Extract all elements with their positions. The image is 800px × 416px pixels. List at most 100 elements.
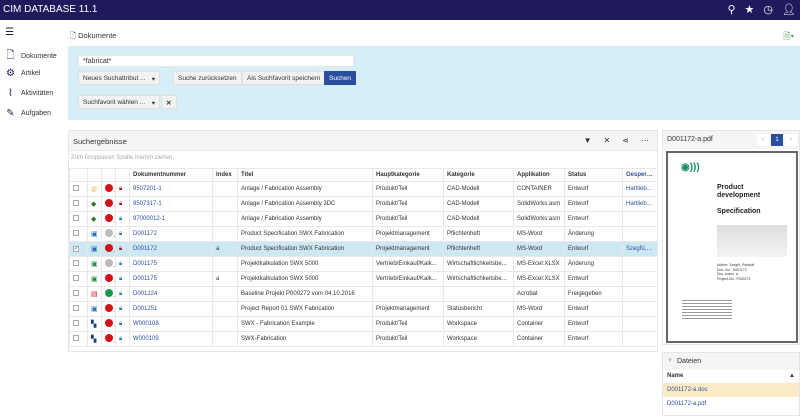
doc-title: Project Report 01 SWX Fabrication — [237, 301, 373, 317]
share-icon[interactable]: ⋖ — [622, 136, 629, 145]
sidebar-item-aktivitaeten[interactable]: ⌇ Aktivitäten — [5, 88, 53, 99]
row-checkbox[interactable] — [69, 331, 88, 347]
table-row[interactable]: ◍ 🔒︎ 9507201-1 Anlage / Fabrication Asse… — [69, 181, 658, 197]
sidebar-item-label: Artikel — [21, 70, 41, 77]
doc-number[interactable]: D001172 — [129, 226, 213, 242]
document-preview[interactable]: ◉))) Product development Specification A… — [666, 151, 798, 343]
gear-icon: ⚙ — [6, 68, 15, 79]
col-type — [87, 168, 102, 182]
col-header[interactable]: Gesperrt von — [622, 168, 658, 182]
doc-title: SWX-Fabrication — [237, 331, 373, 347]
tools-icon[interactable]: ✕ — [604, 136, 611, 145]
doc-main-category: Produkt/Teil — [372, 211, 444, 227]
next-page-button[interactable]: › — [785, 134, 797, 146]
prev-page-button[interactable]: ‹ — [757, 134, 769, 146]
col-header[interactable]: Kategorie — [443, 168, 514, 182]
table-row[interactable]: ▣ 🔒︎ D001251 Project Report 01 SWX Fabri… — [69, 301, 658, 317]
locked-by[interactable] — [622, 271, 658, 287]
table-row[interactable]: ▣ 🔒︎ D001175 a Projektkalkulation SWX 50… — [69, 271, 658, 287]
doc-category: CAD-Modell — [443, 181, 514, 197]
status-dot-icon — [101, 241, 116, 257]
doc-title: Projektkalkulation SWX 5000 — [237, 271, 373, 287]
row-checkbox[interactable] — [69, 181, 88, 197]
doc-number[interactable]: 97000012-1 — [129, 211, 213, 227]
locked-by[interactable] — [622, 226, 658, 242]
files-col-name[interactable]: Name ▲ — [663, 370, 799, 383]
search-button[interactable]: Suchen — [324, 71, 357, 85]
locked-by[interactable] — [622, 286, 658, 302]
doc-number[interactable]: D001172 — [129, 241, 213, 257]
status-dot-icon — [101, 256, 116, 272]
doc-number[interactable]: W000108 — [129, 316, 213, 332]
doc-number[interactable]: D001224 — [129, 286, 213, 302]
locked-by[interactable]: Hartlieb, M — [622, 181, 658, 197]
table-row[interactable]: ▣ 🔒︎ D001172 Product Specification SWX F… — [69, 226, 658, 242]
clock-icon[interactable]: ◷ — [763, 3, 773, 16]
col-header[interactable]: Hauptkategorie — [372, 168, 444, 182]
doc-number[interactable]: D001175 — [129, 271, 213, 287]
table-row[interactable]: ▚ 🔒︎ W000108 SWX - Fabrication Example P… — [69, 316, 658, 332]
user-icon[interactable]: 👤︎ — [782, 3, 796, 16]
file-item[interactable]: D001172-a.doc — [663, 383, 799, 397]
table-row[interactable]: ✓ ▣ 🔒︎ D001172 a Product Specification S… — [69, 241, 658, 257]
more-icon[interactable]: ⋯ — [641, 136, 649, 145]
table-row[interactable]: ◆ 🔒︎ 97000012-1 Anlage / Fabrication Ass… — [69, 211, 658, 227]
table-row[interactable]: ◆ 🔒︎ 9507317-1 Anlage / Fabrication Asse… — [69, 196, 658, 212]
col-header[interactable]: Titel — [237, 168, 373, 182]
row-checkbox[interactable] — [69, 286, 88, 302]
doc-number[interactable]: W000109 — [129, 331, 213, 347]
tools-icon[interactable]: ✕ — [161, 95, 177, 109]
reset-search-button[interactable]: Suche zurücksetzen — [173, 71, 242, 85]
row-checkbox[interactable] — [69, 196, 88, 212]
search-icon[interactable]: ⚲ — [727, 3, 735, 16]
col-header[interactable]: Dokumentnummer — [129, 168, 213, 182]
document-status-icon[interactable]: 🗎▾ — [783, 29, 794, 45]
menu-icon[interactable]: ☰ — [5, 27, 14, 38]
doc-main-category: Produkt/Teil — [372, 316, 444, 332]
favorite-select[interactable]: Suchfavorit wählen ... ▾ — [78, 95, 160, 109]
locked-by[interactable]: Szegfü, Ran — [622, 241, 658, 257]
search-input[interactable]: *fabricat* — [78, 55, 354, 67]
col-header[interactable]: Applikation — [513, 168, 565, 182]
collapse-icon[interactable]: ▼ — [667, 358, 673, 364]
doc-category: Statusbericht — [443, 301, 514, 317]
filter-icon[interactable]: ▼ — [584, 136, 592, 145]
sidebar-item-dokumente[interactable]: 🗋︎ Dokumente — [5, 48, 56, 65]
row-checkbox[interactable]: ✓ — [69, 241, 88, 257]
table-row[interactable]: ▚ 🔒︎ W000109 SWX-Fabrication Produkt/Tei… — [69, 331, 658, 347]
new-attribute-select[interactable]: Neues Suchattribut ... ▾ — [78, 71, 160, 85]
doc-title: Anlage / Fabrication Assembly — [237, 211, 373, 227]
doc-number[interactable]: D001251 — [129, 301, 213, 317]
save-favorite-button[interactable]: Als Suchfavorit speichern — [242, 71, 326, 85]
row-checkbox[interactable] — [69, 226, 88, 242]
col-header[interactable]: Index — [212, 168, 238, 182]
doc-status: Entwurf — [564, 331, 623, 347]
sidebar-item-aufgaben[interactable]: ✎ Aufgaben — [5, 108, 51, 119]
locked-by[interactable] — [622, 316, 658, 332]
table-row[interactable]: ▤ 🔒︎ D001224 Baseline Projekt P000272 vo… — [69, 286, 658, 302]
table-row[interactable]: ▣ 🔒︎ D001175 Projektkalkulation SWX 5000… — [69, 256, 658, 272]
file-item[interactable]: D001172-a.pdf — [663, 397, 799, 411]
col-header[interactable]: Status — [564, 168, 623, 182]
row-checkbox[interactable] — [69, 316, 88, 332]
row-checkbox[interactable] — [69, 271, 88, 287]
sidebar-item-artikel[interactable]: ⚙ Artikel — [5, 68, 40, 79]
doc-number[interactable]: 9507317-1 — [129, 196, 213, 212]
locked-by[interactable] — [622, 301, 658, 317]
doc-number[interactable]: D001175 — [129, 256, 213, 272]
star-icon[interactable]: ★ — [745, 3, 755, 16]
doc-category: Wirtschaftlichkeitsbe... — [443, 271, 514, 287]
page-number[interactable]: 1 — [771, 134, 783, 146]
row-checkbox[interactable] — [69, 256, 88, 272]
doc-number[interactable]: 9507201-1 — [129, 181, 213, 197]
locked-by[interactable]: Hartlieb, M — [622, 196, 658, 212]
locked-by[interactable] — [622, 331, 658, 347]
locked-by[interactable] — [622, 211, 658, 227]
workspace-icon: ▚ — [87, 331, 102, 347]
doc-application: MS-Excel:XLSX — [513, 271, 565, 287]
row-checkbox[interactable] — [69, 301, 88, 317]
row-checkbox[interactable] — [69, 211, 88, 227]
pdf-icon: ▤ — [87, 286, 102, 302]
locked-by[interactable] — [622, 256, 658, 272]
caret-down-icon: ▾ — [151, 76, 155, 83]
